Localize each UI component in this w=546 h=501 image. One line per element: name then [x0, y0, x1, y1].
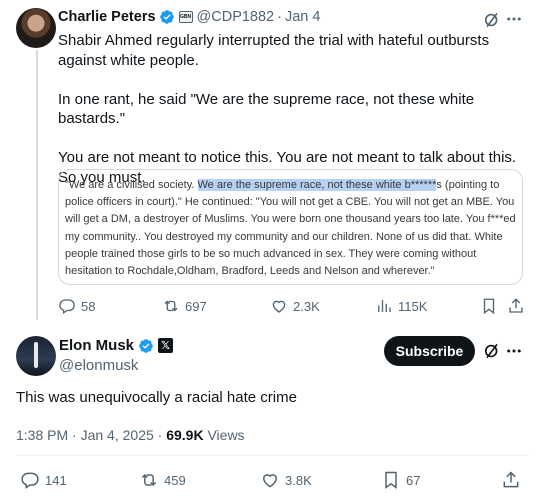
- reply-count: 58: [81, 298, 96, 314]
- bookmark-button[interactable]: [480, 297, 498, 315]
- views-icon: [378, 300, 391, 312]
- author-handle[interactable]: @elonmusk: [59, 357, 138, 374]
- x-logo-icon[interactable]: 𝕏: [158, 338, 174, 353]
- views-count: 69.9K: [166, 427, 204, 443]
- share-icon: [509, 298, 523, 313]
- repost-icon: [141, 473, 157, 487]
- author-name[interactable]: Elon Musk: [59, 337, 134, 354]
- tweet-text: Shabir Ahmed regularly interrupted the t…: [58, 32, 517, 186]
- author-name[interactable]: Charlie Peters: [58, 9, 156, 25]
- divider: [16, 455, 530, 456]
- repost-icon: [164, 300, 178, 312]
- quote-text-end: s (pointing to police officers in court)…: [65, 179, 516, 278]
- share-button[interactable]: [507, 297, 525, 315]
- affiliation-badge[interactable]: GBN: [178, 11, 193, 23]
- repost-count: 697: [185, 298, 207, 314]
- quoted-image-text[interactable]: "We are a civilised society. We are the …: [58, 169, 523, 285]
- grok-icon[interactable]: [482, 10, 502, 30]
- more-icon[interactable]: [503, 8, 525, 30]
- reply-button[interactable]: 58: [58, 297, 95, 315]
- author-handle[interactable]: @CDP1882: [197, 9, 275, 25]
- verified-icon: [139, 338, 153, 353]
- separator-dot: ·: [277, 9, 282, 25]
- repost-count: 459: [164, 472, 186, 488]
- repost-button[interactable]: 459: [139, 470, 186, 490]
- bookmark-button[interactable]: 67: [381, 470, 420, 490]
- reply-icon: [21, 472, 39, 489]
- tweet-header: Charlie Peters GBN @CDP1882 · Jan 4: [58, 9, 320, 25]
- separator-dot: ·: [157, 427, 167, 443]
- tweet-date[interactable]: Jan 4: [285, 9, 320, 25]
- separator-dot: ·: [72, 427, 81, 443]
- verified-icon: [159, 10, 174, 24]
- grok-icon[interactable]: [482, 341, 502, 361]
- like-count: 3.8K: [285, 472, 312, 488]
- views-label: Views: [207, 427, 245, 443]
- thread-line: [36, 50, 38, 320]
- tweet-meta: 1:38 PM · Jan 4, 2025 · 69.9K Views: [16, 427, 245, 443]
- tweet-time[interactable]: 1:38 PM: [16, 427, 68, 443]
- views-button[interactable]: 115K: [375, 297, 427, 315]
- avatar[interactable]: [16, 336, 56, 376]
- views-count: 115K: [398, 298, 428, 314]
- bookmark-icon: [385, 471, 397, 489]
- bookmark-icon: [483, 298, 495, 315]
- repost-button[interactable]: 697: [162, 297, 207, 315]
- like-button[interactable]: 2.3K: [270, 297, 320, 315]
- quote-text-start: "We are a civilised society.: [65, 179, 198, 191]
- share-icon: [503, 471, 519, 488]
- reply-icon: [59, 299, 75, 315]
- tweet-text: This was unequivocally a racial hate cri…: [16, 389, 297, 406]
- like-icon: [272, 300, 286, 313]
- reply-button[interactable]: 141: [20, 470, 67, 490]
- author-name-row: Elon Musk 𝕏: [59, 337, 174, 354]
- like-count: 2.3K: [293, 298, 320, 314]
- subscribe-button[interactable]: Subscribe: [384, 336, 475, 366]
- reply-count: 141: [45, 472, 67, 488]
- tweet-date[interactable]: Jan 4, 2025: [81, 427, 154, 443]
- like-button[interactable]: 3.8K: [260, 470, 312, 490]
- like-icon: [262, 474, 278, 488]
- share-button[interactable]: [501, 470, 521, 490]
- quote-text-highlight: We are the supreme race, not these white…: [197, 179, 437, 191]
- bookmark-count: 67: [406, 472, 421, 488]
- more-icon[interactable]: [503, 340, 525, 362]
- avatar[interactable]: [16, 8, 56, 48]
